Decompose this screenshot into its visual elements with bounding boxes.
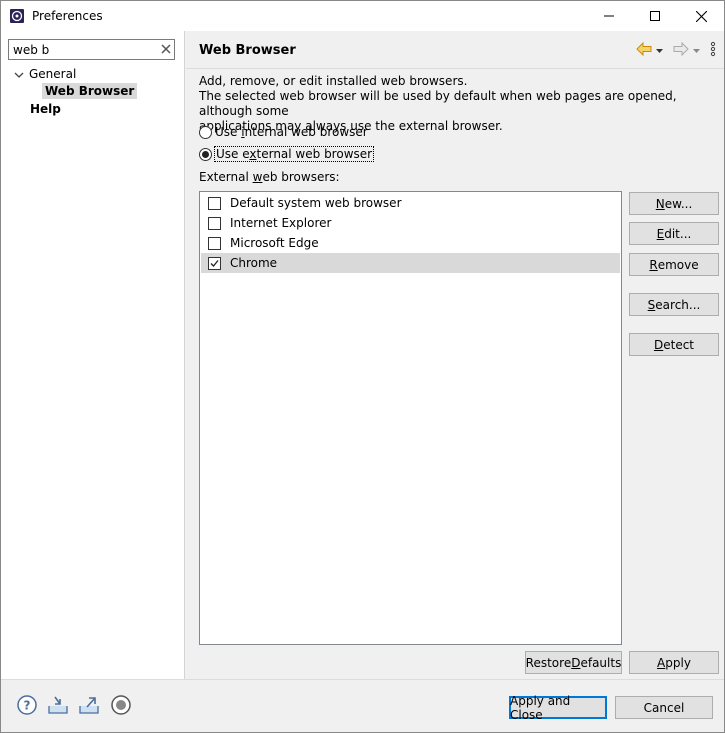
browser-name: Microsoft Edge <box>230 236 319 250</box>
help-icon[interactable]: ? <box>16 694 38 716</box>
restore-defaults-button[interactable]: Restore Defaults <box>525 651 622 674</box>
tree-node-web-browser[interactable]: Web Browser <box>42 83 138 99</box>
back-menu-chevron-icon[interactable] <box>655 44 664 58</box>
tree-node-help[interactable]: Help <box>30 102 61 116</box>
radio-internal-browser[interactable]: Use internal web browser <box>199 125 368 139</box>
preferences-window: Preferences General Web Browser Help Web… <box>0 0 725 733</box>
browser-checkbox[interactable] <box>208 216 221 230</box>
browser-name: Chrome <box>230 256 278 270</box>
browser-checkbox[interactable] <box>208 256 221 270</box>
apply-and-close-button[interactable]: Apply and Close <box>509 694 607 722</box>
clear-filter-icon[interactable] <box>159 42 173 56</box>
minimize-button[interactable] <box>586 1 632 31</box>
close-icon <box>695 10 707 22</box>
forward-arrow-icon[interactable] <box>673 41 689 59</box>
description-line: The selected web browser will be used by… <box>199 89 677 118</box>
svg-text:?: ? <box>24 699 31 713</box>
chevron-down-icon[interactable] <box>13 69 25 81</box>
title-bar: Preferences <box>1 1 724 31</box>
detect-browsers-button[interactable]: Detect <box>629 333 719 356</box>
list-item[interactable]: Internet Explorer <box>201 213 620 233</box>
list-item[interactable]: Chrome <box>201 253 620 273</box>
external-browsers-label: External web browsers: <box>199 170 340 184</box>
page-title: Web Browser <box>199 43 296 58</box>
list-item[interactable]: Default system web browser <box>201 193 620 213</box>
maximize-button[interactable] <box>632 1 678 31</box>
remove-browser-button[interactable]: Remove <box>629 253 719 276</box>
close-button[interactable] <box>678 1 724 31</box>
filter-input[interactable] <box>8 39 175 60</box>
minimize-icon <box>604 15 614 17</box>
export-icon[interactable] <box>78 694 100 716</box>
bottom-separator <box>1 679 724 680</box>
page-navigation <box>636 41 716 60</box>
radio-internal-label: Use internal web browser <box>215 125 368 139</box>
import-icon[interactable] <box>47 694 69 716</box>
tree-node-general[interactable]: General <box>29 67 76 81</box>
external-browsers-list[interactable]: Default system web browser Internet Expl… <box>199 191 622 645</box>
radio-internal-indicator[interactable] <box>199 125 212 139</box>
radio-external-label: Use external web browser <box>213 146 375 162</box>
description-line: Add, remove, or edit installed web brows… <box>199 74 468 88</box>
maximize-icon <box>650 11 660 21</box>
cancel-button[interactable]: Cancel <box>615 696 713 719</box>
radio-external-browser[interactable]: Use external web browser <box>199 146 375 162</box>
preference-page: Web Browser Add, remove, or edit install… <box>186 31 724 679</box>
browser-name: Internet Explorer <box>230 216 332 230</box>
eclipse-app-icon <box>9 8 25 24</box>
list-item[interactable]: Microsoft Edge <box>201 233 620 253</box>
browser-checkbox[interactable] <box>208 236 221 250</box>
radio-external-indicator[interactable] <box>199 147 212 161</box>
forward-menu-chevron-icon[interactable] <box>692 44 701 58</box>
browser-name: Default system web browser <box>230 196 402 210</box>
checkmark-icon <box>210 259 219 267</box>
view-menu-icon[interactable] <box>710 41 716 60</box>
browser-checkbox[interactable] <box>208 196 221 210</box>
title-separator <box>186 68 724 69</box>
window-title: Preferences <box>32 9 103 23</box>
record-icon[interactable] <box>110 694 132 716</box>
edit-browser-button[interactable]: Edit... <box>629 222 719 245</box>
apply-button[interactable]: Apply <box>629 651 719 674</box>
preference-tree-pane: General Web Browser Help <box>1 31 185 679</box>
new-browser-button[interactable]: New... <box>629 192 719 215</box>
back-arrow-icon[interactable] <box>636 41 652 59</box>
search-browsers-button[interactable]: Search... <box>629 293 719 316</box>
